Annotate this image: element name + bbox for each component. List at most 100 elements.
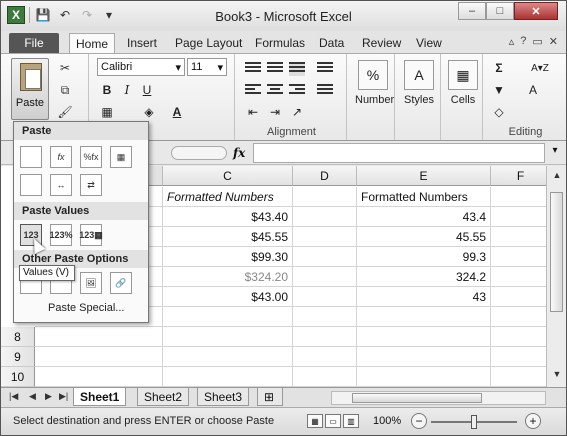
insert-sheet-icon[interactable]: ⊞ xyxy=(257,388,283,406)
cell[interactable] xyxy=(357,347,491,367)
cell[interactable] xyxy=(491,227,546,247)
minimize-button[interactable]: – xyxy=(458,2,486,20)
cell[interactable] xyxy=(357,367,491,387)
cell[interactable] xyxy=(293,267,357,287)
column-header-f[interactable]: F xyxy=(491,166,546,186)
sheet-tab-sheet1[interactable]: Sheet1 xyxy=(73,388,127,406)
align-middle-icon[interactable] xyxy=(267,62,283,76)
paste-formulas-icon[interactable]: fx xyxy=(50,146,72,168)
zoom-slider-thumb[interactable] xyxy=(471,415,477,429)
cell[interactable] xyxy=(35,367,163,387)
copy-icon[interactable]: ⧉ xyxy=(57,82,73,98)
fill-icon[interactable]: ▼ xyxy=(491,82,507,98)
cell-e-value[interactable]: 324.2 xyxy=(357,267,491,287)
font-color-icon[interactable]: A xyxy=(169,104,185,120)
keep-source-formatting-icon[interactable]: ▦ xyxy=(110,146,132,168)
cell[interactable] xyxy=(163,327,293,347)
values-source-formatting-icon[interactable]: 123▦ xyxy=(79,224,103,246)
tab-formulas[interactable]: Formulas xyxy=(249,33,311,53)
normal-view-icon[interactable]: ▦ xyxy=(307,414,323,428)
cell[interactable] xyxy=(357,307,491,327)
close-button[interactable]: ✕ xyxy=(514,2,558,20)
sort-filter-icon[interactable]: A▾Z xyxy=(525,60,555,76)
borders-icon[interactable]: ▦ xyxy=(99,104,115,120)
sheet-tab-sheet3[interactable]: Sheet3 xyxy=(197,388,250,406)
underline-button[interactable]: U xyxy=(139,82,155,98)
paste-special-item[interactable]: Paste Special... xyxy=(48,302,124,314)
tab-review[interactable]: Review xyxy=(356,33,407,53)
cell[interactable] xyxy=(293,327,357,347)
cell[interactable] xyxy=(491,187,546,207)
cell-e-value[interactable]: 45.55 xyxy=(357,227,491,247)
cell[interactable] xyxy=(163,307,293,327)
align-center-icon[interactable] xyxy=(267,84,283,98)
merge-center-icon[interactable] xyxy=(317,84,333,98)
cell[interactable] xyxy=(491,267,546,287)
cell[interactable] xyxy=(491,307,546,327)
workbook-close-icon[interactable]: ✕ xyxy=(549,35,558,48)
zoom-level[interactable]: 100% xyxy=(373,415,401,427)
restore-button[interactable]: □ xyxy=(486,2,514,20)
scroll-down-icon[interactable]: ▼ xyxy=(548,369,566,385)
page-layout-view-icon[interactable]: ▭ xyxy=(325,414,341,428)
increase-indent-icon[interactable]: ⇥ xyxy=(267,104,283,120)
wrap-text-icon[interactable] xyxy=(317,62,333,76)
cell[interactable] xyxy=(293,367,357,387)
cell[interactable] xyxy=(491,287,546,307)
zoom-in-button[interactable]: + xyxy=(525,413,541,429)
cell[interactable] xyxy=(293,187,357,207)
transpose-icon[interactable]: ⇄ xyxy=(80,174,102,196)
row-header-10[interactable]: 10 xyxy=(1,367,35,387)
number-button[interactable]: % Number xyxy=(355,60,394,106)
next-sheet-icon[interactable]: ▶ xyxy=(45,391,52,402)
first-sheet-icon[interactable]: |◀ xyxy=(9,391,18,402)
cells-button[interactable]: ▦ Cells xyxy=(445,60,481,106)
cell[interactable] xyxy=(163,367,293,387)
cell[interactable] xyxy=(293,247,357,267)
column-header-e[interactable]: E xyxy=(357,166,491,186)
insert-function-icon[interactable]: fx xyxy=(233,146,245,160)
clear-icon[interactable]: ◇ xyxy=(491,104,507,120)
cell-c-header[interactable]: Formatted Numbers xyxy=(163,187,293,207)
redo-icon[interactable]: ↷ xyxy=(78,6,96,24)
tab-home[interactable]: Home xyxy=(69,33,116,53)
cell-c-value[interactable]: $43.40 xyxy=(163,207,293,227)
help-icon[interactable]: ? xyxy=(520,35,526,48)
cell[interactable] xyxy=(35,327,163,347)
zoom-out-button[interactable]: − xyxy=(411,413,427,429)
cell[interactable] xyxy=(491,207,546,227)
cell[interactable] xyxy=(491,247,546,267)
cell[interactable] xyxy=(491,327,546,347)
excel-app-icon[interactable]: X xyxy=(7,6,25,24)
bold-button[interactable]: B xyxy=(99,82,115,98)
customize-qat-icon[interactable]: ▾ xyxy=(100,6,118,24)
align-top-icon[interactable] xyxy=(245,62,261,76)
horizontal-scroll-thumb[interactable] xyxy=(352,393,482,403)
save-icon[interactable]: 💾 xyxy=(34,6,52,24)
tab-view[interactable]: View xyxy=(410,33,448,53)
format-painter-icon[interactable]: 🖌 xyxy=(57,104,73,120)
cell[interactable] xyxy=(35,347,163,367)
cell[interactable] xyxy=(163,347,293,367)
font-name-box[interactable]: Calibri ▾ xyxy=(97,58,185,76)
tab-file[interactable]: File xyxy=(9,33,59,53)
cell[interactable] xyxy=(293,347,357,367)
prev-sheet-icon[interactable]: ◀ xyxy=(29,391,36,402)
vertical-scroll-thumb[interactable] xyxy=(550,192,563,312)
row-header-9[interactable]: 9 xyxy=(1,347,35,367)
cut-icon[interactable]: ✂ xyxy=(57,60,73,76)
horizontal-scrollbar[interactable] xyxy=(331,391,546,405)
font-size-box[interactable]: 11 ▾ xyxy=(187,58,227,76)
align-left-icon[interactable] xyxy=(245,84,261,98)
cell-e-header[interactable]: Formatted Numbers xyxy=(357,187,491,207)
page-break-view-icon[interactable]: ▥ xyxy=(343,414,359,428)
cell-c-value[interactable]: $43.00 xyxy=(163,287,293,307)
paste-button[interactable]: Paste xyxy=(11,58,49,120)
minimize-ribbon-icon[interactable]: ▵ xyxy=(509,35,515,48)
undo-icon[interactable]: ↶ xyxy=(56,6,74,24)
workbook-restore-icon[interactable]: ▭ xyxy=(532,35,542,48)
values-number-format-icon[interactable]: 123% xyxy=(49,224,73,246)
orientation-icon[interactable]: ↗ xyxy=(289,104,305,120)
paste-formulas-number-format-icon[interactable]: %fx xyxy=(80,146,102,168)
cell[interactable] xyxy=(293,227,357,247)
